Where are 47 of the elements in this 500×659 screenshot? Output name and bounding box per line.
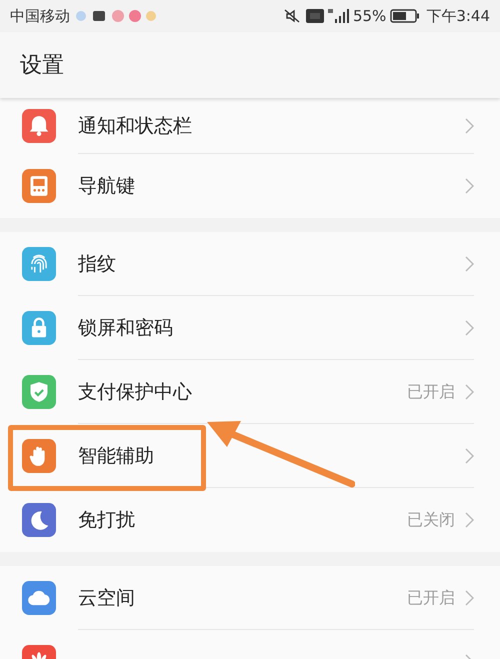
chevron-right-icon xyxy=(465,178,474,194)
settings-item[interactable]: 锁屏和密码 xyxy=(0,296,500,360)
item-status: 已关闭 xyxy=(407,509,455,531)
notification-icon xyxy=(112,10,124,22)
mute-icon xyxy=(284,9,300,23)
moon-icon xyxy=(22,503,56,537)
chevron-right-icon xyxy=(465,384,474,400)
battery-icon xyxy=(390,9,420,23)
chevron-right-icon xyxy=(465,448,474,464)
settings-item[interactable]: 导航键 xyxy=(0,154,500,218)
chevron-right-icon xyxy=(465,118,474,134)
item-status: 已开启 xyxy=(407,587,455,609)
lock-icon xyxy=(22,311,56,345)
settings-item[interactable]: 智能辅助 xyxy=(0,424,500,488)
settings-item[interactable]: 通知和状态栏 xyxy=(0,98,500,154)
chevron-right-icon xyxy=(465,512,474,528)
chevron-right-icon xyxy=(465,320,474,336)
settings-item[interactable]: 支付保护中心 已开启 xyxy=(0,360,500,424)
item-label: 免打扰 xyxy=(78,508,135,533)
chevron-right-icon xyxy=(465,256,474,272)
item-label: 智能辅助 xyxy=(78,444,154,469)
shield-check-icon xyxy=(22,375,56,409)
fingerprint-icon xyxy=(22,247,56,281)
signal-icon xyxy=(328,8,350,24)
clock-time: 下午3:44 xyxy=(426,6,490,27)
settings-item[interactable]: 指纹 xyxy=(0,232,500,296)
hd-icon xyxy=(306,9,324,23)
cloud-icon xyxy=(22,581,56,615)
item-label: 云空间 xyxy=(78,586,135,611)
notification-icon xyxy=(76,11,86,21)
item-status: 已开启 xyxy=(407,381,455,403)
notification-icon xyxy=(129,10,141,22)
notification-icon xyxy=(93,11,105,21)
item-label: 指纹 xyxy=(78,252,116,277)
item-label: 锁屏和密码 xyxy=(78,316,173,341)
item-label: 支付保护中心 xyxy=(78,380,192,405)
hand-icon xyxy=(22,439,56,473)
keyboard-icon xyxy=(22,169,56,203)
item-label: 通知和状态栏 xyxy=(78,114,192,139)
settings-item[interactable]: 免打扰 已关闭 xyxy=(0,488,500,552)
notification-icon xyxy=(146,11,156,21)
battery-percent: 55% xyxy=(352,6,386,27)
carrier-name: 中国移动 xyxy=(10,6,70,27)
page-title: 设置 xyxy=(20,52,64,80)
chevron-right-icon xyxy=(465,590,474,606)
item-label: 导航键 xyxy=(78,174,135,199)
bell-icon xyxy=(22,109,56,143)
